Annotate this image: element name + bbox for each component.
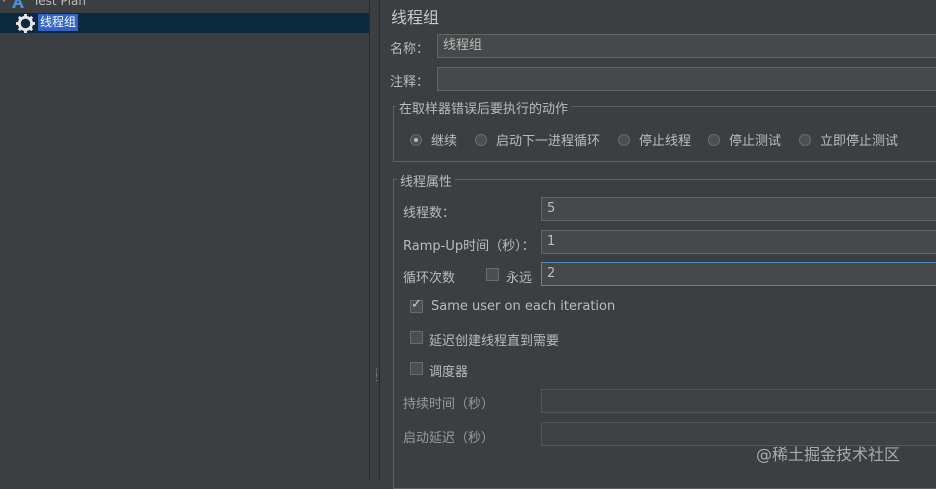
- radio-dot[interactable]: [475, 133, 487, 146]
- radio-stop-test-now-label: 立即停止测试: [820, 134, 899, 149]
- page-title: 线程组: [391, 8, 440, 27]
- duration-field[interactable]: [541, 389, 936, 413]
- watermark: @稀土掘金技术社区: [756, 445, 901, 464]
- radio-start-next-loop-label: 启动下一进程循环: [496, 134, 601, 149]
- forever-checkbox[interactable]: [486, 268, 499, 281]
- rampup-field[interactable]: 1: [541, 230, 936, 254]
- radio-stop-test[interactable]: 停止测试: [708, 130, 781, 149]
- radio-dot[interactable]: [708, 133, 720, 146]
- name-field[interactable]: 线程组: [437, 34, 936, 58]
- rampup-label: Ramp-Up时间（秒）：: [403, 239, 535, 254]
- radio-stop-test-now[interactable]: 立即停止测试: [799, 130, 898, 149]
- name-label: 名称：: [390, 42, 430, 57]
- threads-label: 线程数：: [403, 206, 456, 221]
- test-plan-tree: ▼ Test Plan 线程组: [0, 0, 369, 480]
- comment-label: 注释：: [390, 75, 430, 90]
- same-user-checkbox[interactable]: [410, 297, 423, 313]
- scheduler-checkbox[interactable]: [410, 362, 423, 375]
- startup-delay-label: 启动延迟（秒）: [403, 431, 495, 446]
- radio-dot[interactable]: [799, 133, 811, 146]
- comment-field[interactable]: [437, 67, 936, 91]
- panel-splitter[interactable]: [369, 0, 380, 480]
- scheduler-label: 调度器: [429, 365, 469, 380]
- duration-label: 持续时间（秒）: [403, 397, 495, 412]
- threads-field[interactable]: 5: [541, 197, 936, 221]
- gear-icon: [16, 14, 35, 33]
- radio-stop-thread-label: 停止线程: [639, 134, 692, 149]
- radio-continue-label: 继续: [431, 134, 458, 149]
- radio-dot[interactable]: [618, 133, 630, 146]
- delay-thread-creation-label: 延迟创建线程直到需要: [429, 334, 560, 349]
- loop-count-field[interactable]: 2: [541, 262, 936, 286]
- tree-item-test-plan[interactable]: Test Plan: [33, 0, 86, 8]
- radio-dot[interactable]: [410, 133, 422, 146]
- thread-group-panel: 线程组 名称： 线程组 注释： 在取样器错误后要执行的动作 继续 启动下一进程循…: [381, 0, 936, 489]
- splitter-grip-icon[interactable]: ⋮ ⋮: [372, 369, 381, 383]
- same-user-label: Same user on each iteration: [431, 299, 616, 314]
- tree-item-thread-group[interactable]: 线程组: [38, 14, 79, 31]
- error-action-legend: 在取样器错误后要执行的动作: [396, 98, 572, 117]
- delay-thread-creation-checkbox[interactable]: [410, 331, 423, 344]
- radio-stop-test-label: 停止测试: [729, 134, 782, 149]
- radio-stop-thread[interactable]: 停止线程: [618, 130, 691, 149]
- forever-label: 永远: [506, 271, 533, 286]
- loop-count-label: 循环次数: [403, 271, 456, 286]
- test-plan-icon: [12, 0, 24, 8]
- radio-start-next-loop[interactable]: 启动下一进程循环: [475, 130, 600, 149]
- radio-continue[interactable]: 继续: [410, 130, 457, 149]
- thread-properties-legend: 线程属性: [397, 171, 456, 190]
- collapse-arrow-icon[interactable]: ▼: [0, 0, 8, 4]
